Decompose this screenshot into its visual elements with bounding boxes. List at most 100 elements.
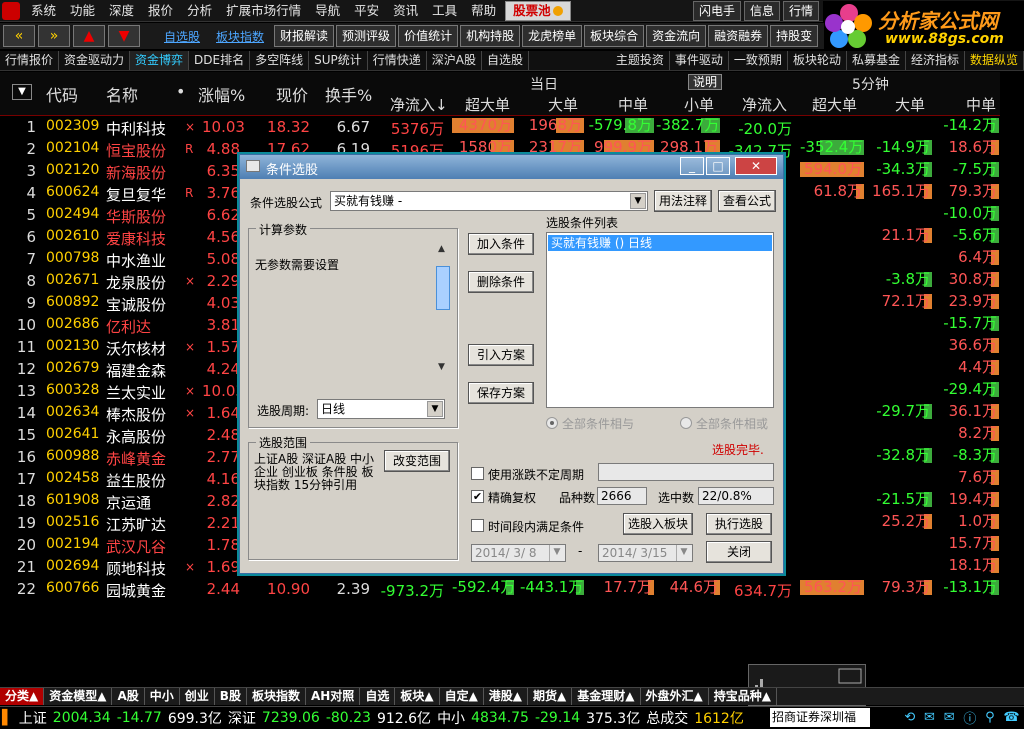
col-extra-large[interactable]: 超大单 [465, 94, 510, 115]
info-icon[interactable]: ⓘ [963, 708, 976, 727]
bottom-tab[interactable]: 自定▲ [440, 688, 484, 705]
app-icon[interactable] [2, 1, 20, 20]
tab-fund-drive[interactable]: 资金驱动力 [59, 51, 131, 70]
tab-long-short[interactable]: 多空阵线 [250, 51, 310, 70]
dragon-tiger-button[interactable]: 龙虎榜单 [522, 25, 583, 47]
col-medium[interactable]: 中单 [618, 94, 648, 115]
col-net-inflow[interactable]: 净流入↓ [390, 94, 448, 115]
back-button[interactable]: « [3, 25, 35, 47]
col-net-inflow-5min[interactable]: 净流入 [742, 94, 787, 115]
menu-quote[interactable]: 报价 [141, 0, 180, 22]
tab-a-shares[interactable]: 深沪A股 [427, 51, 483, 70]
tab-quote-express[interactable]: 行情快递 [368, 51, 427, 70]
date-from-input[interactable]: 2014/ 3/ 8 ▼ [471, 544, 566, 562]
col-small[interactable]: 小单 [684, 94, 714, 115]
menu-stock-pool[interactable]: 股票池 [505, 0, 571, 21]
bottom-tab[interactable]: 外盘外汇▲ [641, 688, 709, 705]
col-extra-large-5min[interactable]: 超大单 [812, 94, 857, 115]
all-and-radio[interactable] [546, 417, 558, 429]
column-select-dropdown[interactable]: ▼ [12, 84, 32, 100]
bottom-tab[interactable]: 创业 [180, 688, 215, 705]
usage-note-button[interactable]: 用法注释 [654, 190, 712, 212]
menu-system[interactable]: 系统 [24, 0, 63, 22]
value-stats-button[interactable]: 价值统计 [398, 25, 459, 47]
col-turnover[interactable]: 换手% [325, 82, 372, 106]
menu-pingan[interactable]: 平安 [347, 0, 386, 22]
all-or-radio[interactable] [680, 417, 692, 429]
bottom-tab[interactable]: 中小 [145, 688, 180, 705]
fund-flow-button[interactable]: 资金流向 [646, 25, 707, 47]
bottom-tab[interactable]: B股 [215, 688, 247, 705]
refresh-icon[interactable]: ⟲ [904, 710, 915, 725]
page-down-button[interactable]: ▼ [108, 25, 140, 47]
watchlist-link[interactable]: 自选股 [156, 28, 208, 45]
run-screen-button[interactable]: 执行选股 [706, 513, 772, 535]
tab-sector-rotation[interactable]: 板块轮动 [788, 51, 847, 70]
time-range-checkbox[interactable] [471, 519, 484, 532]
close-icon[interactable]: ✕ [735, 157, 777, 175]
col-code[interactable]: 代码 [46, 82, 78, 106]
add-condition-button[interactable]: 加入条件 [468, 233, 534, 255]
bottom-tab[interactable]: 自选 [360, 688, 396, 705]
tab-economic-index[interactable]: 经济指标 [906, 51, 965, 70]
bottom-tab[interactable]: AH对照 [306, 688, 361, 705]
table-row[interactable]: 1 002309 中利科技 × 10.03 18.32 6.67 5376万 4370万 1968… [0, 116, 1000, 138]
tab-data-overview[interactable]: 数据纵览 [965, 51, 1024, 70]
tab-fund-game[interactable]: 资金博弈 [130, 51, 190, 70]
tab-dde-rank[interactable]: DDE排名 [189, 51, 251, 70]
add-to-block-button[interactable]: 选股入板块 [623, 513, 693, 535]
menu-extended-market[interactable]: 扩展市场行情 [219, 0, 308, 22]
tab-event-driven[interactable]: 事件驱动 [670, 51, 729, 70]
info-button[interactable]: 信息 [743, 0, 780, 21]
sh-value[interactable]: 2004.34 [50, 710, 114, 726]
phone-icon[interactable]: ☎ [1003, 710, 1019, 725]
flash-trader-button[interactable]: 闪电手 [692, 0, 741, 21]
list-item[interactable]: 买就有钱赚 () 日线 [548, 235, 772, 251]
forward-button[interactable]: » [38, 25, 70, 47]
scroll-thumb[interactable] [436, 266, 450, 310]
col-large[interactable]: 大单 [548, 94, 578, 115]
col-price[interactable]: 现价 [276, 82, 308, 106]
save-plan-button[interactable]: 保存方案 [468, 382, 534, 404]
mail-icon[interactable]: ✉ [924, 710, 935, 725]
params-scrollbar[interactable]: ▲ ▼ [436, 244, 450, 374]
tab-quote-list[interactable]: 行情报价 [0, 51, 60, 70]
bottom-tab[interactable]: 港股▲ [484, 688, 529, 705]
scroll-up-icon[interactable]: ▲ [438, 244, 445, 254]
table-row[interactable]: 22 600766 园城黄金 2.44 10.90 2.39 -973.2万 -592.4万 -… [0, 578, 1000, 600]
bottom-tab[interactable]: 基金理财▲ [572, 688, 641, 705]
menu-navigate[interactable]: 导航 [308, 0, 347, 22]
menu-tools[interactable]: 工具 [425, 0, 464, 22]
change-range-button[interactable]: 改变范围 [384, 450, 450, 472]
margin-trading-button[interactable]: 融资融券 [708, 25, 769, 47]
period-select[interactable]: 日线 ▼ [317, 399, 445, 419]
message-icon[interactable]: ✉ [944, 710, 955, 725]
col-large-5min[interactable]: 大单 [895, 94, 925, 115]
tab-watchlist[interactable]: 自选股 [482, 51, 530, 70]
menu-news[interactable]: 资讯 [386, 0, 425, 22]
tab-theme-invest[interactable]: 主题投资 [611, 51, 670, 70]
bottom-tab[interactable]: 分类▲ [0, 688, 45, 705]
date-to-input[interactable]: 2014/ 3/15 ▼ [598, 544, 693, 562]
col-change-pct[interactable]: 涨幅% [198, 82, 245, 106]
bottom-tab[interactable]: 板块▲ [395, 688, 440, 705]
menu-help[interactable]: 帮助 [464, 0, 503, 22]
page-up-button[interactable]: ▲ [73, 25, 105, 47]
sector-overview-button[interactable]: 板块综合 [584, 25, 645, 47]
news-ticker[interactable]: 招商证券深圳福 [770, 708, 870, 727]
sz-value[interactable]: 7239.06 [259, 710, 323, 726]
bottom-tab[interactable]: 期货▲ [528, 688, 573, 705]
minimize-icon[interactable]: _ [680, 157, 704, 175]
col-medium-5min[interactable]: 中单 [966, 94, 996, 115]
col-name[interactable]: 名称 [106, 82, 138, 106]
menu-analysis[interactable]: 分析 [180, 0, 219, 22]
view-formula-button[interactable]: 查看公式 [718, 190, 776, 212]
bottom-tab[interactable]: 持宝品种▲ [709, 688, 777, 705]
holding-change-button[interactable]: 持股变 [770, 25, 819, 47]
sector-index-link[interactable]: 板块指数 [208, 28, 272, 45]
institution-holding-button[interactable]: 机构持股 [460, 25, 521, 47]
tab-sup-stats[interactable]: SUP统计 [309, 51, 368, 70]
menu-function[interactable]: 功能 [63, 0, 102, 22]
close-button[interactable]: 关闭 [706, 541, 772, 563]
financial-report-button[interactable]: 财报解读 [274, 25, 335, 47]
